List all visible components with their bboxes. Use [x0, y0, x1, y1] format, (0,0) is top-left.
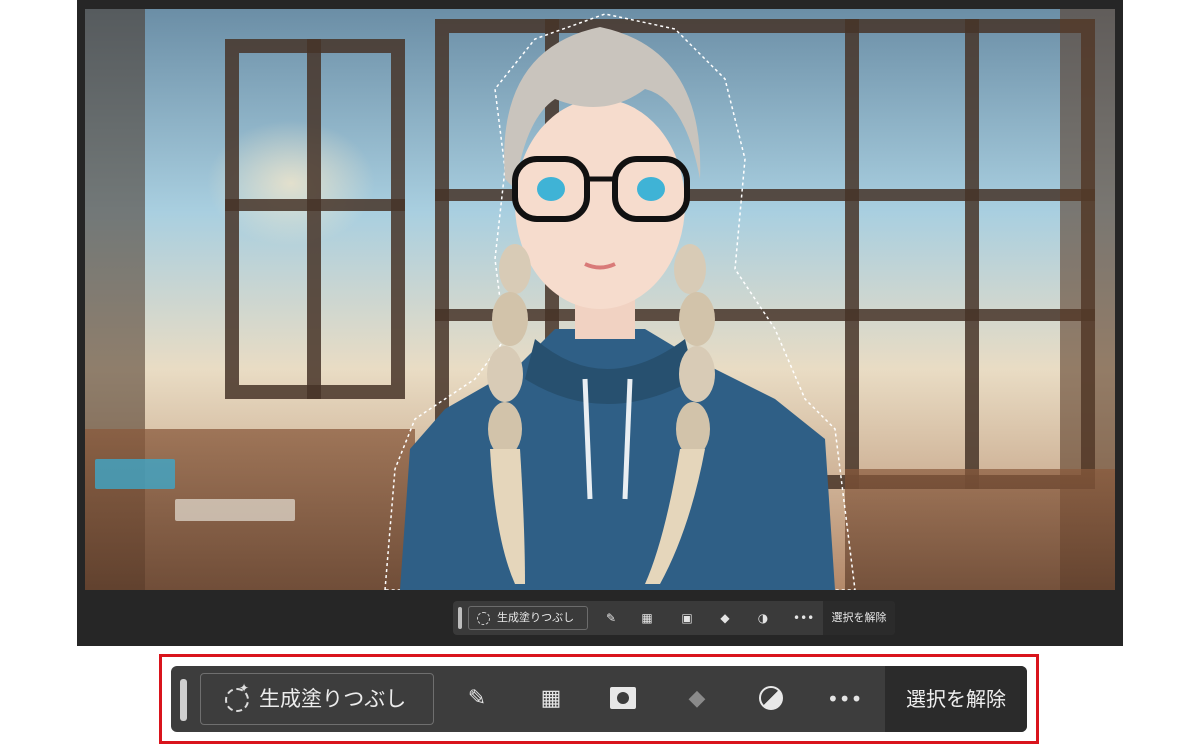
deselect-button[interactable]: 選択を解除	[823, 601, 895, 635]
brush-icon[interactable]: ✎	[603, 610, 619, 626]
fill-bucket-icon[interactable]: ◆	[717, 610, 733, 626]
generative-fill-button[interactable]: 生成塗りつぶし	[468, 606, 588, 630]
mask-icon[interactable]: ▣	[679, 610, 695, 626]
image-canvas[interactable]	[85, 9, 1115, 590]
face	[515, 99, 685, 309]
selection-transform-icon[interactable]: ▦	[535, 683, 567, 715]
selection-transform-icon[interactable]: ▦	[639, 610, 655, 626]
drag-handle[interactable]	[180, 679, 187, 721]
mask-icon[interactable]	[607, 683, 639, 715]
eye-left	[537, 177, 565, 201]
generative-fill-button[interactable]: ✦ 生成塗りつぶし	[200, 673, 434, 725]
contextual-taskbar: 生成塗りつぶし ✎ ▦ ▣ ◆ ◑ ••• 選択を解除	[453, 601, 895, 635]
hoodie	[400, 329, 835, 590]
drag-handle[interactable]	[458, 607, 462, 629]
more-icon[interactable]: •••	[827, 683, 862, 715]
subject-girl-illustration	[384, 13, 856, 590]
more-icon[interactable]: •••	[793, 610, 814, 626]
adjustment-icon[interactable]	[755, 683, 787, 715]
eye-right	[637, 177, 665, 201]
deselect-button[interactable]: 選択を解除	[885, 666, 1027, 732]
sparkle-icon: ✦	[239, 681, 250, 695]
photoshop-window: 生成塗りつぶし ✎ ▦ ▣ ◆ ◑ ••• 選択を解除	[77, 0, 1123, 646]
generative-fill-icon	[477, 612, 490, 625]
brush-icon[interactable]: ✎	[461, 683, 493, 715]
contextual-taskbar-zoomed: ✦ 生成塗りつぶし ✎ ▦ ◆ ••• 選択を解除	[171, 666, 1027, 732]
zoom-callout: ✦ 生成塗りつぶし ✎ ▦ ◆ ••• 選択を解除	[159, 654, 1039, 744]
fill-bucket-icon[interactable]: ◆	[681, 683, 713, 715]
generative-fill-label: 生成塗りつぶし	[259, 687, 407, 711]
generative-fill-label: 生成塗りつぶし	[497, 611, 575, 624]
adjustment-icon[interactable]: ◑	[755, 610, 771, 626]
